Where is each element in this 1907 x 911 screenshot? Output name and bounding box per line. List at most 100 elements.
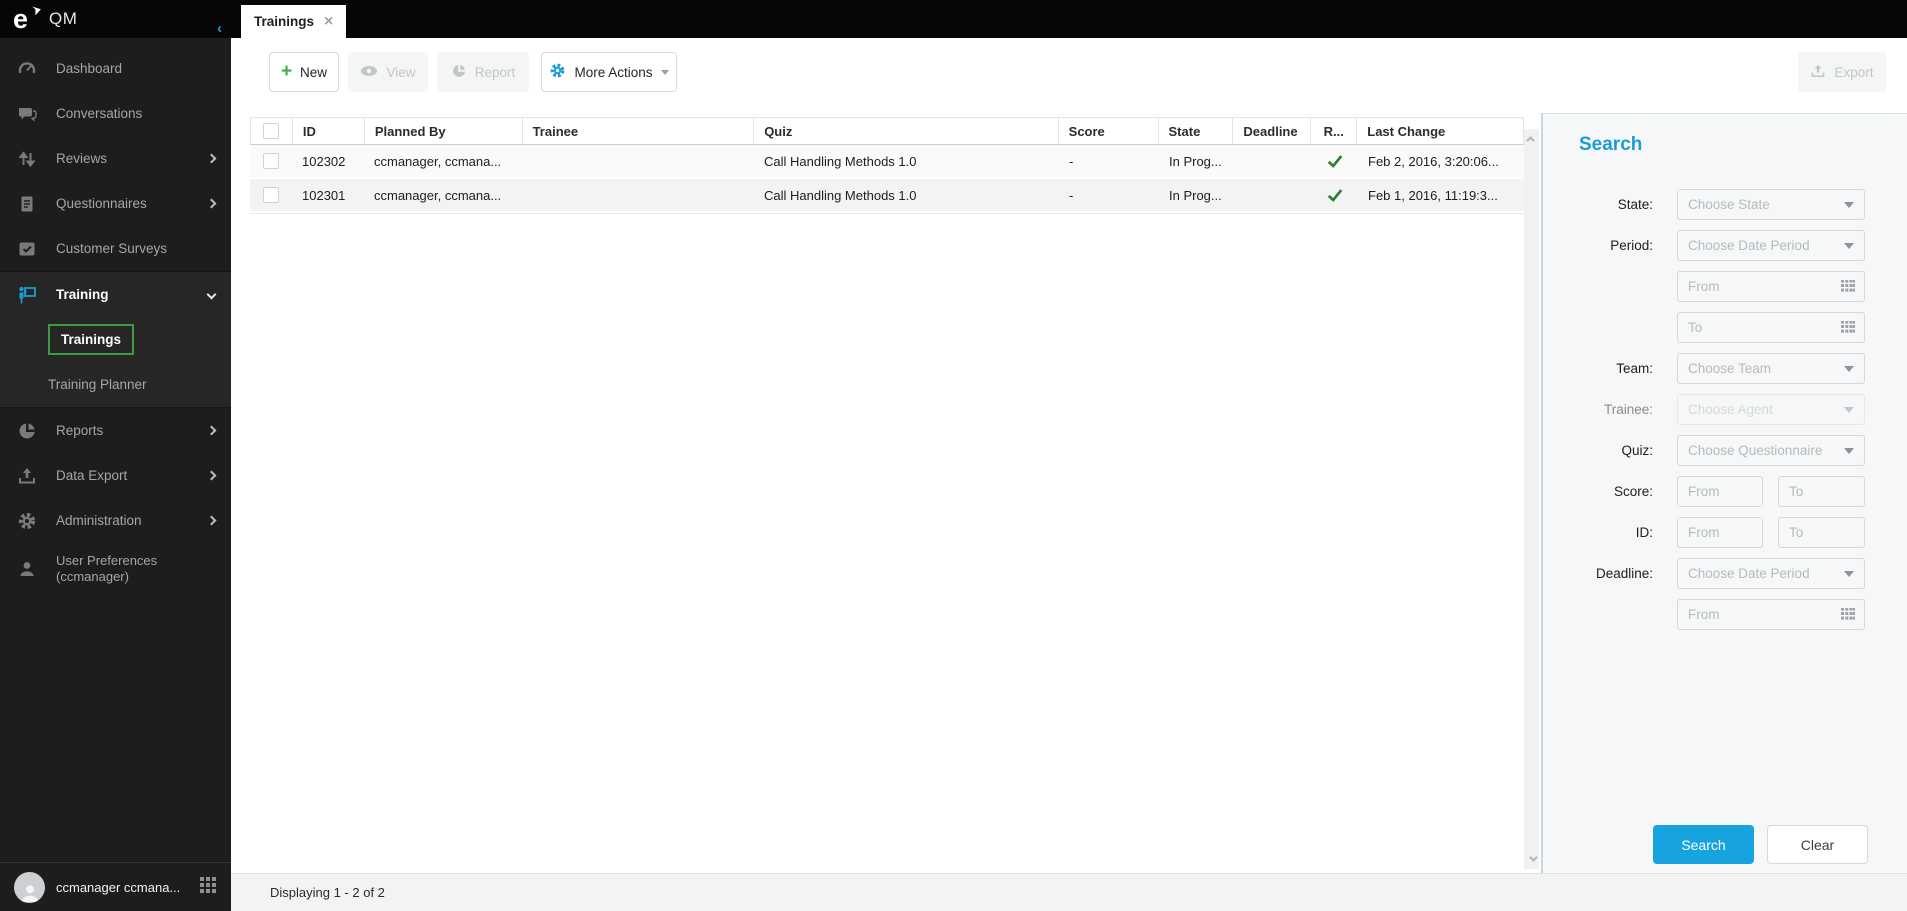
tab-label: Trainings (254, 14, 315, 29)
cell-planned-by: ccmanager, ccmana... (374, 153, 502, 169)
score-from-input[interactable] (1677, 476, 1763, 507)
search-row-quiz: Quiz: Choose Questionnaire (1543, 435, 1907, 466)
sidebar-item-administration[interactable]: Administration (0, 498, 231, 543)
column-header-trainee[interactable]: Trainee (523, 118, 755, 144)
sidebar-item-label: Training (56, 286, 109, 302)
sidebar-group-training: Training Trainings Training Planner (0, 271, 231, 408)
column-header-deadline[interactable]: Deadline (1233, 118, 1312, 144)
row-checkbox-cell (250, 153, 292, 169)
more-actions-button[interactable]: More Actions (541, 52, 677, 92)
sidebar-item-label: Data Export (56, 467, 128, 483)
sidebar-item-user-preferences[interactable]: User Preferences (ccmanager) (0, 543, 231, 595)
sidebar-item-label: Customer Surveys (56, 240, 168, 256)
table-vertical-scrollbar[interactable] (1524, 129, 1539, 869)
calendar-icon[interactable] (1840, 320, 1856, 335)
column-header-last-change[interactable]: Last Change (1357, 118, 1523, 144)
sidebar-item-training-planner[interactable]: Training Planner (0, 362, 231, 407)
cell-score: - (1069, 153, 1074, 169)
team-select[interactable]: Choose Team (1677, 353, 1865, 384)
column-header-quiz[interactable]: Quiz (754, 118, 1059, 144)
id-from-input[interactable] (1677, 517, 1763, 548)
search-row-period-from (1543, 271, 1907, 302)
sidebar-item-training[interactable]: Training (0, 272, 231, 317)
scroll-down-icon[interactable] (1524, 851, 1539, 867)
search-row-id: ID: (1543, 517, 1907, 548)
sidebar-item-reports[interactable]: Reports (0, 408, 231, 453)
new-button[interactable]: + New (269, 52, 339, 92)
period-to-input[interactable] (1688, 320, 1840, 335)
gear-icon (15, 511, 39, 531)
table-row[interactable]: 102301 ccmanager, ccmana... Call Handlin… (250, 179, 1524, 213)
cell-planned-by: ccmanager, ccmana... (374, 187, 502, 203)
search-row-period: Period: Choose Date Period (1543, 230, 1907, 261)
deadline-from-input[interactable] (1688, 607, 1840, 622)
sidebar-item-reviews[interactable]: Reviews (0, 136, 231, 181)
sidebar-item-customer-surveys[interactable]: Customer Surveys (0, 226, 231, 271)
report-button-label: Report (474, 64, 516, 80)
report-button[interactable]: Report (437, 52, 529, 92)
field-label: Trainee: (1603, 402, 1653, 417)
sidebar-item-data-export[interactable]: Data Export (0, 453, 231, 498)
dashboard-gauge-icon (15, 59, 39, 79)
chevron-right-icon (206, 198, 217, 209)
select-all-checkbox[interactable] (263, 123, 280, 139)
tab-trainings[interactable]: Trainings × (241, 5, 347, 38)
column-header-state[interactable]: State (1159, 118, 1234, 144)
chevron-right-icon (206, 425, 217, 436)
field-label: Score: (1613, 484, 1653, 499)
scroll-up-icon[interactable] (1524, 131, 1539, 147)
period-from-input[interactable] (1688, 279, 1840, 294)
sidebar: Dashboard Conversations Reviews Question… (0, 38, 231, 911)
sidebar-item-dashboard[interactable]: Dashboard (0, 46, 231, 91)
row-checkbox[interactable] (263, 187, 279, 203)
plus-icon: + (280, 61, 293, 82)
quiz-select[interactable]: Choose Questionnaire (1677, 435, 1865, 466)
current-user-bar[interactable]: ccmanager ccmana... (0, 862, 231, 911)
sidebar-item-questionnaires[interactable]: Questionnaires (0, 181, 231, 226)
displaying-status: Displaying 1 - 2 of 2 (270, 885, 385, 900)
period-select[interactable]: Choose Date Period (1677, 230, 1865, 261)
period-to-field[interactable] (1677, 312, 1865, 343)
export-button-label: Export (1834, 64, 1874, 80)
chevron-down-icon (1844, 447, 1854, 454)
avatar (14, 871, 45, 903)
score-to-input[interactable] (1778, 476, 1865, 507)
column-header-remote[interactable]: R... (1311, 118, 1358, 144)
field-label: Quiz: (1621, 443, 1653, 458)
chevron-down-icon (1844, 406, 1854, 413)
search-button[interactable]: Search (1653, 825, 1754, 864)
apps-grid-icon[interactable] (199, 876, 217, 899)
chevron-down-icon (1844, 365, 1854, 372)
deadline-from-field[interactable] (1677, 599, 1865, 630)
state-select[interactable]: Choose State (1677, 189, 1865, 220)
close-icon[interactable]: × (324, 13, 333, 29)
deadline-period-select[interactable]: Choose Date Period (1677, 558, 1865, 589)
cell-last-change: Feb 1, 2016, 11:19:3... (1368, 187, 1498, 203)
sidebar-item-label: Administration (56, 512, 142, 528)
row-checkbox[interactable] (263, 153, 279, 169)
sidebar-collapse-icon[interactable]: ‹ (217, 21, 222, 36)
sidebar-item-trainings[interactable]: Trainings (0, 317, 231, 362)
export-button[interactable]: Export (1798, 52, 1886, 92)
calendar-icon[interactable] (1840, 279, 1856, 294)
period-from-field[interactable] (1677, 271, 1865, 302)
green-checkmark-icon (1327, 189, 1343, 202)
calendar-icon[interactable] (1840, 607, 1856, 622)
trainee-select[interactable]: Choose Agent (1677, 394, 1865, 425)
cell-quiz: Call Handling Methods 1.0 (764, 153, 917, 169)
app-logo[interactable]: e (13, 4, 47, 34)
sidebar-item-conversations[interactable]: Conversations (0, 91, 231, 136)
view-button[interactable]: View (348, 52, 428, 92)
sidebar-item-label: Dashboard (56, 60, 123, 76)
column-header-id[interactable]: ID (293, 118, 365, 144)
select-placeholder: Choose Agent (1688, 402, 1773, 417)
data-export-upload-icon (15, 466, 39, 486)
logo-wedge-icon (31, 4, 42, 22)
column-header-planned-by[interactable]: Planned By (365, 118, 523, 144)
logo-e-glyph: e (13, 4, 29, 34)
training-presenter-icon (15, 285, 39, 305)
clear-button[interactable]: Clear (1767, 825, 1868, 864)
id-to-input[interactable] (1778, 517, 1865, 548)
column-header-score[interactable]: Score (1059, 118, 1159, 144)
table-row[interactable]: 102302 ccmanager, ccmana... Call Handlin… (250, 145, 1524, 179)
